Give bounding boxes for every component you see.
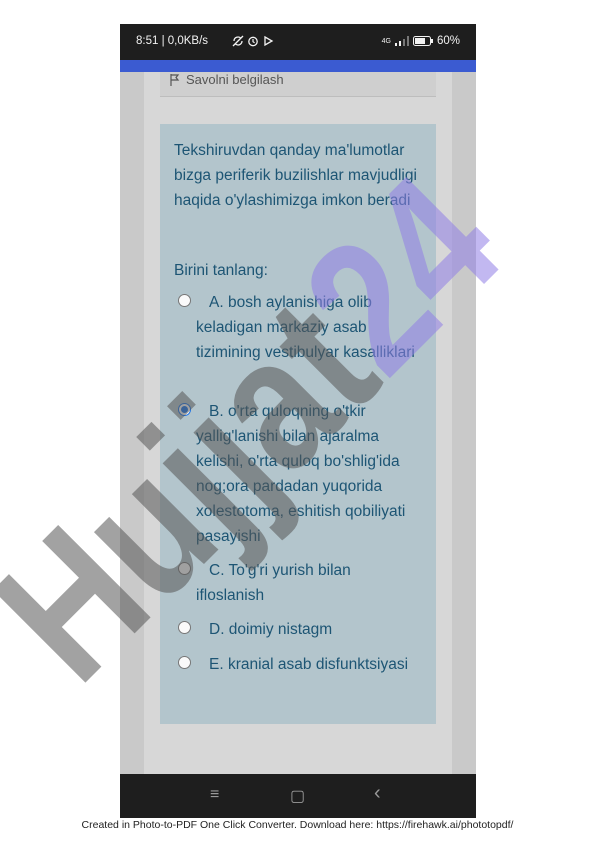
question-text: Tekshiruvdan qanday ma'lumotlar bizga pe… [174, 142, 417, 209]
option-label[interactable]: B. o'rta quloqning o'tkir yallig'lanishi… [196, 399, 418, 549]
flag-question-card[interactable]: Savolni belgilash [160, 72, 436, 97]
flag-question-label[interactable]: Savolni belgilash [186, 72, 284, 88]
option-label[interactable]: A. bosh aylanishiga olib keladigan marka… [196, 290, 418, 365]
status-right: 4G 60% [382, 35, 460, 47]
radio-button[interactable] [178, 656, 191, 669]
network-type: 4G [381, 37, 391, 45]
status-bar: 8:51 | 0,0KB/s 4G 60% [120, 24, 476, 60]
option-label[interactable]: C. To'g'ri yurish bilan ifloslanish [196, 558, 418, 608]
media-icon [264, 35, 274, 47]
alarm-icon [248, 36, 259, 47]
status-time-speed: 8:51 | 0,0KB/s [136, 35, 209, 47]
back-icon[interactable]: ‹ [374, 782, 381, 805]
radio-button[interactable] [178, 294, 191, 307]
battery-level: 60% [436, 35, 460, 47]
battery-icon [412, 36, 433, 46]
home-icon[interactable]: ▢ [290, 786, 305, 806]
radio-button-selected[interactable] [178, 403, 191, 416]
radio-button[interactable] [178, 562, 191, 575]
question-card: Tekshiruvdan qanday ma'lumotlar bizga pe… [160, 124, 436, 724]
app-accent-bar [120, 60, 476, 72]
page-column: Savolni belgilash Tekshiruvdan qanday ma… [144, 72, 452, 774]
navigation-bar: ≡ ▢ ‹ [120, 774, 476, 818]
signal-icon [394, 36, 409, 46]
no-sync-icon [232, 35, 244, 47]
flag-icon [170, 74, 180, 86]
menu-icon[interactable]: ≡ [210, 786, 219, 804]
footer-text: Created in Photo-to-PDF One Click Conver… [81, 819, 514, 831]
option-label[interactable]: E. kranial asab disfunktsiyasi [196, 652, 418, 677]
answer-prompt: Birini tanlang: [174, 262, 268, 279]
phone-screen: 8:51 | 0,0KB/s 4G 60% Savolni belgilash … [120, 24, 476, 818]
option-label[interactable]: D. doimiy nistagm [196, 617, 418, 642]
page-content[interactable]: Savolni belgilash Tekshiruvdan qanday ma… [120, 72, 476, 774]
radio-button[interactable] [178, 621, 191, 634]
